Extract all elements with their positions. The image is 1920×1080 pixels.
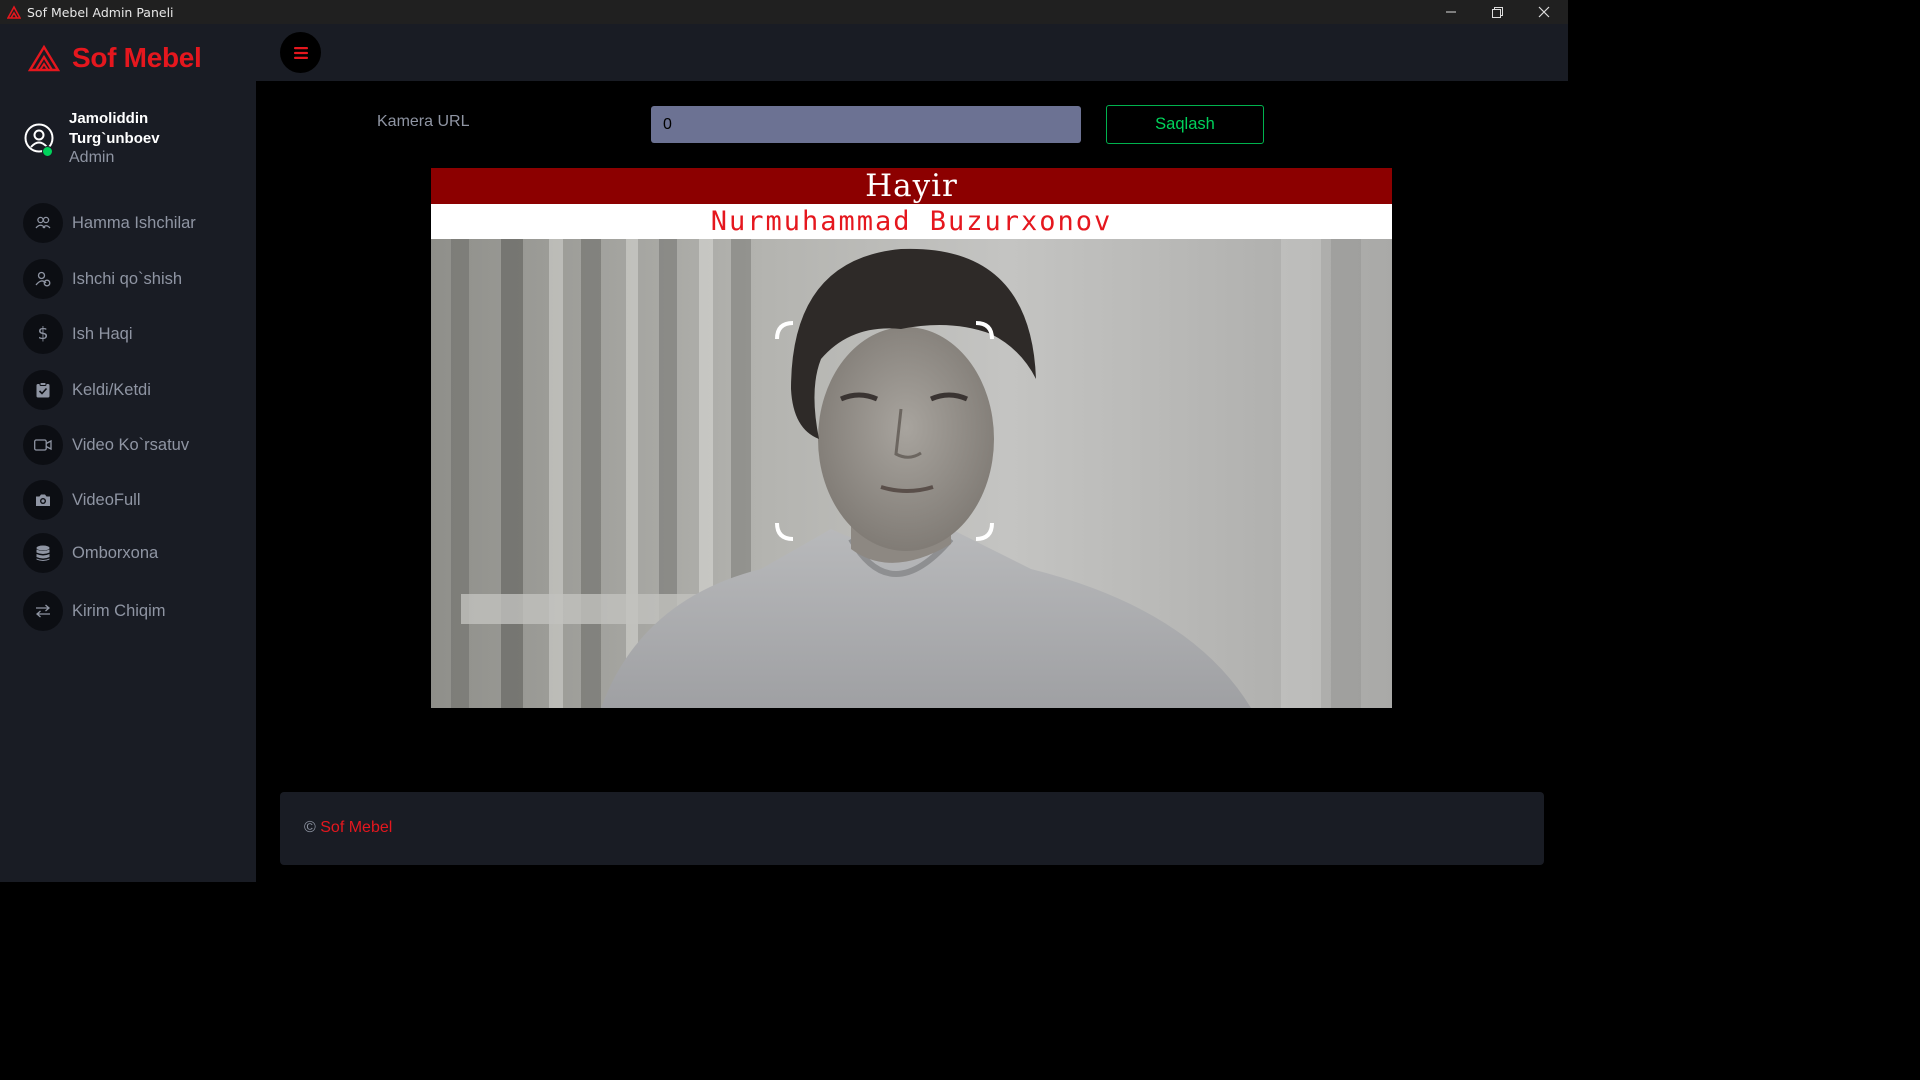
camera-frame-image [431,239,1392,708]
clipboard-icon [23,370,63,410]
minimize-icon [1446,11,1456,13]
video-feed: Hayir Nurmuhammad Buzurxonov [431,168,1392,708]
video-camera-icon [23,425,63,465]
copyright-symbol: © [304,819,316,836]
close-icon [1538,6,1550,18]
sidebar-item-keldi-ketdi[interactable]: Keldi/Ketdi [23,370,151,410]
sidebar-item-label: Ishchi qo`shish [72,269,183,288]
window-title: Sof Mebel Admin Paneli [27,4,174,20]
sidebar-item-label: Ish Haqi [72,324,133,343]
sidebar-item-label: Omborxona [72,543,159,562]
sidebar-item-label: Kirim Chiqim [72,601,166,620]
restore-button[interactable] [1474,0,1520,24]
menu-toggle-button[interactable] [280,32,321,73]
minimize-button[interactable] [1428,0,1474,24]
recognition-status: Hayir [431,168,1392,204]
sidebar-item-ishchi-qoshish[interactable]: Ishchi qo`shish [23,259,182,299]
profile-name: Jamoliddin Turg`unboev [69,110,160,147]
profile-role: Admin [69,149,115,166]
sidebar: Jamoliddin Turg`unboev Admin Hamma Ishch… [0,81,256,882]
footer-brand-link[interactable]: Sof Mebel [320,819,392,836]
close-button[interactable] [1521,0,1567,24]
hamburger-menu-icon [293,46,308,59]
sidebar-item-hamma-ishchilar[interactable]: Hamma Ishchilar [23,203,196,243]
swap-arrows-icon [23,591,63,631]
top-header [0,24,1568,81]
save-button[interactable]: Saqlash [1106,105,1264,144]
camera-url-label: Kamera URL [377,113,470,130]
camera-url-input[interactable] [651,106,1081,143]
sidebar-item-videofull[interactable]: VideoFull [23,480,141,520]
brand-logo[interactable]: Sof Mebel [28,42,202,74]
footer: © Sof Mebel [280,792,1544,865]
recognized-person-name: Nurmuhammad Buzurxonov [431,204,1392,239]
app-logo-icon [7,5,21,19]
brand-name: Sof Mebel [72,42,202,73]
database-icon [23,533,63,573]
sidebar-item-kirim-chiqim[interactable]: Kirim Chiqim [23,591,166,631]
sidebar-item-label: Hamma Ishchilar [72,213,196,232]
sidebar-item-label: Video Ko`rsatuv [72,435,190,454]
user-add-icon [23,259,63,299]
sidebar-item-label: Keldi/Ketdi [72,380,151,399]
dollar-icon: $ [23,314,63,354]
online-status-dot [42,146,53,157]
users-icon [23,203,63,243]
sidebar-item-label: VideoFull [72,490,141,509]
restore-icon [1491,6,1503,18]
footer-copyright: © Sof Mebel [304,819,392,837]
camera-icon [23,480,63,520]
sidebar-item-video-korsatuv[interactable]: Video Ko`rsatuv [23,425,189,465]
sidebar-item-omborxona[interactable]: Omborxona [23,533,158,573]
sidebar-item-ish-haqi[interactable]: $ Ish Haqi [23,314,133,354]
logo-icon [28,44,60,72]
window-titlebar: Sof Mebel Admin Paneli [0,0,1568,24]
